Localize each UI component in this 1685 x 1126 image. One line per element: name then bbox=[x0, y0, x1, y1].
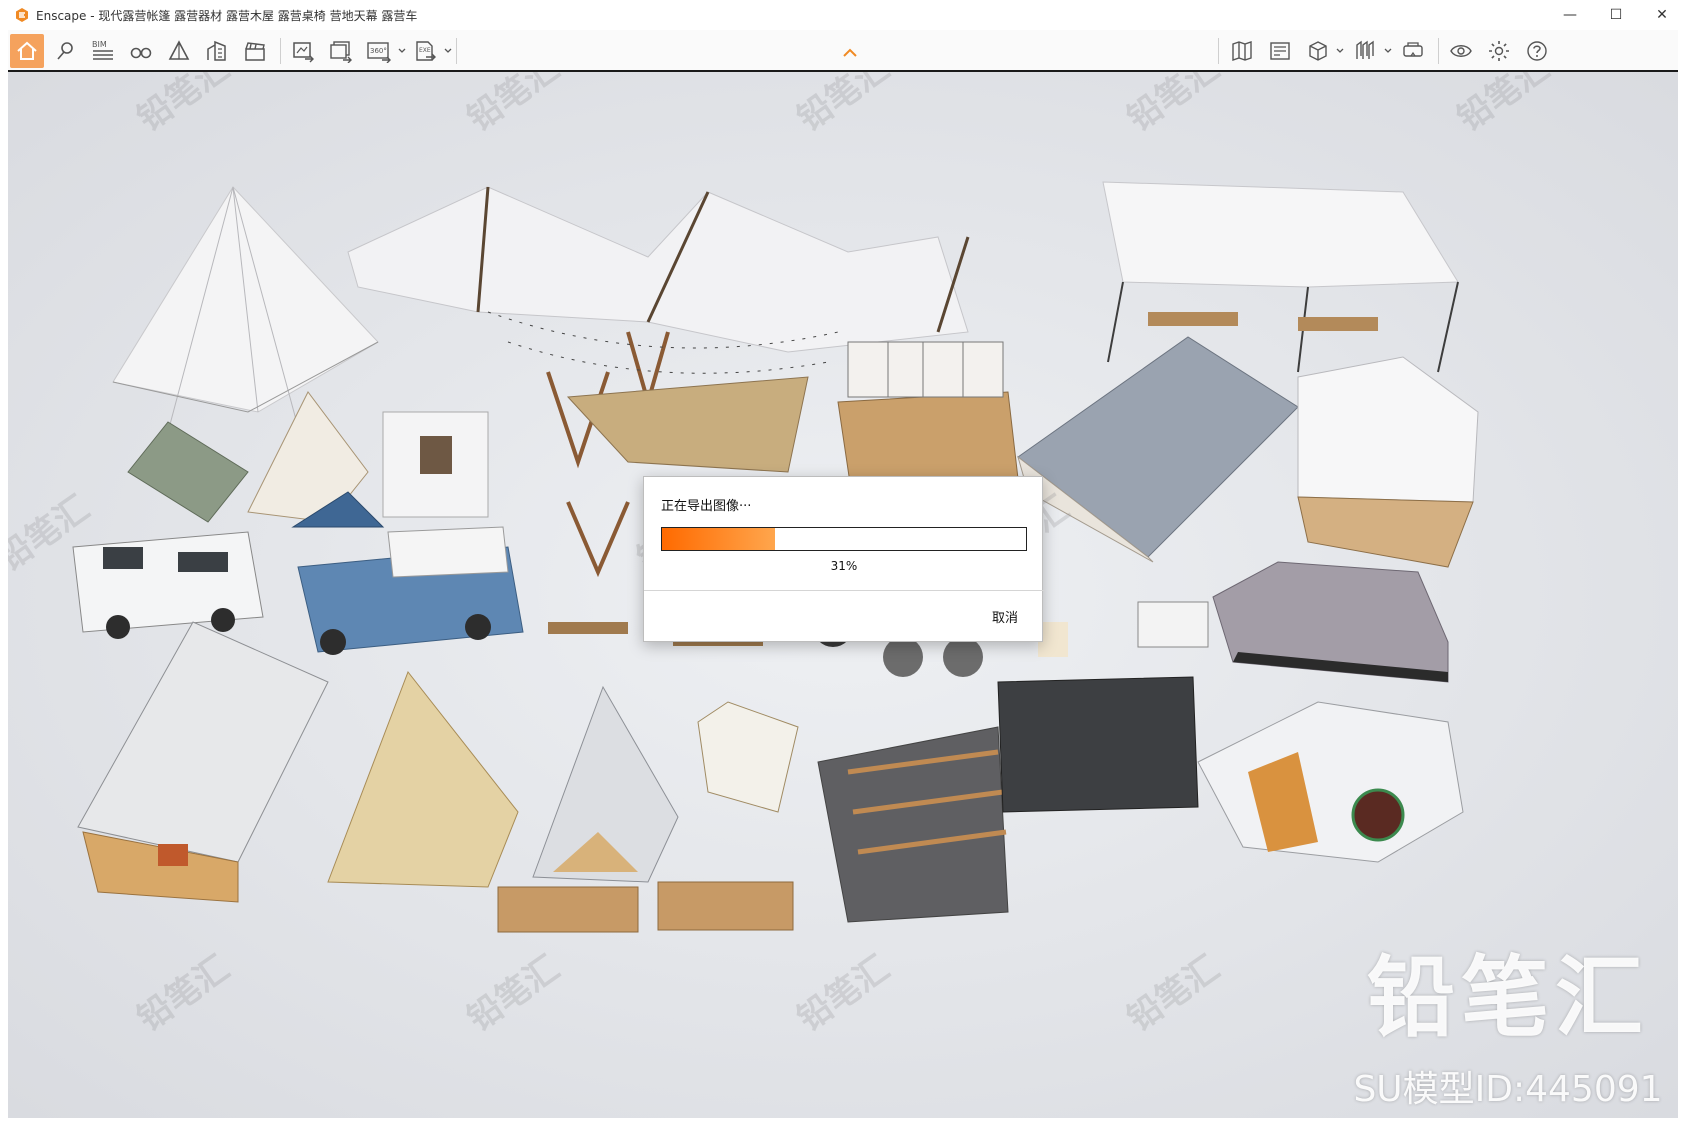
window-title: Enscape - 现代露营帐篷 露营器材 露营木屋 露营桌椅 营地天幕 露营车 bbox=[36, 8, 418, 23]
chevron-down-icon[interactable] bbox=[1335, 46, 1345, 56]
home-icon bbox=[17, 41, 37, 60]
visual-settings-button[interactable] bbox=[1444, 34, 1478, 68]
clapperboard-icon bbox=[245, 42, 265, 61]
chevron-down-icon[interactable] bbox=[1383, 46, 1393, 56]
svg-text:EXE: EXE bbox=[419, 47, 431, 54]
material-editor-button[interactable] bbox=[1348, 34, 1382, 68]
vr-button[interactable] bbox=[1396, 34, 1430, 68]
object-button[interactable] bbox=[1301, 34, 1335, 68]
window-right-border bbox=[1678, 30, 1685, 1126]
buildings-icon bbox=[207, 40, 226, 61]
svg-text:BIM: BIM bbox=[92, 40, 107, 49]
bim-icon: BIM bbox=[92, 40, 113, 60]
screenshot-button[interactable] bbox=[286, 34, 320, 68]
settings-button[interactable] bbox=[1482, 34, 1516, 68]
perspective-button[interactable] bbox=[162, 34, 196, 68]
dialog-title: 正在导出图像··· bbox=[661, 499, 752, 514]
toolbar-separator bbox=[1438, 38, 1439, 64]
help-button[interactable] bbox=[1520, 34, 1554, 68]
progress-fill bbox=[662, 528, 775, 550]
home-button[interactable] bbox=[10, 34, 44, 68]
video-editor-button[interactable] bbox=[238, 34, 272, 68]
exe-export-icon: EXE bbox=[416, 41, 436, 61]
minimize-button[interactable]: — bbox=[1547, 0, 1593, 30]
toolbar-separator bbox=[280, 38, 281, 64]
progress-percent: 31% bbox=[830, 559, 858, 573]
enscape-toolbar: BIM 360° EXE bbox=[8, 30, 1678, 72]
title-bar: Enscape - 现代露营帐篷 露营器材 露营木屋 露营桌椅 营地天幕 露营车… bbox=[0, 0, 1685, 30]
window-bottom-border bbox=[0, 1118, 1685, 1126]
screenshot-export-icon bbox=[293, 42, 314, 63]
watermark-brand: 铅笔汇 bbox=[1366, 946, 1649, 1049]
eye-icon bbox=[1450, 45, 1472, 57]
enscape-window: Enscape - 现代露营帐篷 露营器材 露营木屋 露营桌椅 营地天幕 露营车… bbox=[0, 0, 1685, 1126]
material-icon bbox=[1356, 40, 1374, 59]
map-button[interactable] bbox=[1225, 34, 1259, 68]
watermark-model-id: SU模型ID:445091 bbox=[1353, 1069, 1663, 1110]
vr-headset-icon bbox=[1403, 42, 1423, 57]
maximize-button[interactable]: ☐ bbox=[1593, 0, 1639, 30]
asset-library-button[interactable] bbox=[1263, 34, 1297, 68]
perspective-icon bbox=[168, 40, 190, 60]
binoculars-button[interactable] bbox=[124, 34, 158, 68]
camper-rv bbox=[72, 531, 264, 639]
asset-library-icon bbox=[1270, 42, 1290, 60]
bim-button[interactable]: BIM bbox=[86, 34, 120, 68]
brand-watermark: 铅笔汇 SU模型ID:445091 bbox=[1348, 927, 1668, 1112]
collapse-toolbar-chevron-icon[interactable] bbox=[842, 48, 858, 58]
help-icon bbox=[1527, 41, 1547, 61]
export-progress-bar bbox=[661, 527, 1027, 551]
views-button[interactable] bbox=[48, 34, 82, 68]
window-controls: — ☐ ✕ bbox=[1547, 0, 1685, 30]
map-icon bbox=[1232, 41, 1252, 61]
location-pin-icon bbox=[57, 42, 73, 60]
chevron-down-icon[interactable] bbox=[397, 46, 407, 56]
cube-icon bbox=[1309, 41, 1327, 61]
chevron-down-icon[interactable] bbox=[443, 46, 453, 56]
buildings-button[interactable] bbox=[200, 34, 234, 68]
toolbar-separator bbox=[1218, 38, 1219, 64]
export-progress-dialog: 正在导出图像··· 31% 取消 bbox=[643, 476, 1044, 642]
batch-export-button[interactable] bbox=[324, 34, 358, 68]
settings-gear-icon bbox=[1489, 41, 1509, 61]
batch-export-icon bbox=[330, 41, 352, 63]
enscape-logo-icon bbox=[16, 8, 28, 22]
exe-export-button[interactable]: EXE bbox=[408, 34, 442, 68]
cancel-button[interactable]: 取消 bbox=[992, 607, 1018, 626]
white-cabin bbox=[382, 411, 489, 518]
panorama-360-icon: 360° bbox=[367, 42, 391, 63]
panorama-button[interactable]: 360° bbox=[362, 34, 396, 68]
svg-text:360°: 360° bbox=[370, 47, 387, 55]
dialog-divider bbox=[644, 590, 1044, 591]
binoculars-icon bbox=[130, 47, 152, 59]
toolbar-separator bbox=[456, 38, 457, 64]
close-button[interactable]: ✕ bbox=[1639, 0, 1685, 30]
